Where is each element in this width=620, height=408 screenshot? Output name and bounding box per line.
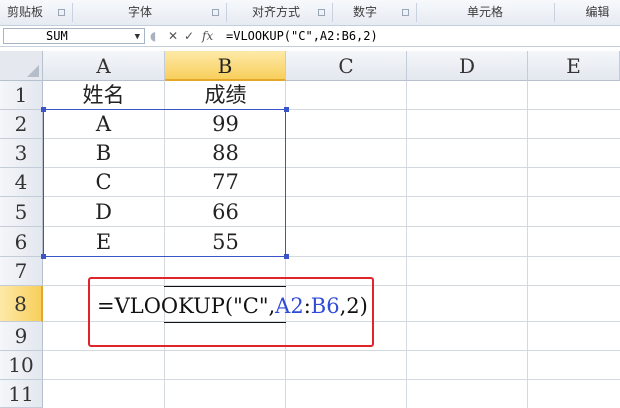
clipboard-launcher-icon[interactable] [58, 9, 65, 16]
ribbon-group-number: 数字 [352, 5, 377, 19]
row-header-11[interactable]: 11 [0, 380, 43, 408]
reference-range-highlight [43, 109, 286, 257]
row-header-5[interactable]: 5 [0, 197, 43, 227]
cancel-icon[interactable]: ✕ [168, 28, 178, 44]
name-box[interactable]: SUM ▼ [3, 28, 145, 44]
column-header-e[interactable]: E [528, 51, 620, 81]
column-header-b[interactable]: B [165, 51, 286, 81]
name-box-value: SUM [46, 29, 68, 43]
highlight-annotation-box [88, 277, 374, 347]
row-header-1[interactable]: 1 [0, 81, 43, 110]
gridline [527, 81, 528, 408]
column-header-a[interactable]: A [43, 51, 165, 81]
resize-handle-icon[interactable]: ◖ [150, 28, 156, 44]
ribbon-separator [554, 3, 555, 22]
ribbon-group-cells: 单元格 [466, 5, 503, 19]
select-all-button[interactable] [0, 51, 43, 81]
insert-function-icon[interactable]: fx [202, 28, 213, 44]
ribbon-group-font: 字体 [127, 5, 152, 19]
range-handle[interactable] [41, 107, 46, 112]
font-launcher-icon[interactable] [212, 9, 219, 16]
ribbon-group-labels: 剪贴板 字体 对齐方式 数字 单元格 编辑 [0, 0, 620, 26]
select-all-triangle-icon [27, 65, 39, 77]
cell-b1[interactable]: 成绩 [165, 81, 286, 110]
ribbon-group-alignment: 对齐方式 [251, 5, 300, 19]
formula-buttons: ◖ ✕ ✓ fx [150, 28, 220, 44]
alignment-launcher-icon[interactable] [318, 9, 325, 16]
gridline [406, 81, 407, 408]
ribbon-separator [72, 3, 73, 22]
range-handle[interactable] [284, 107, 289, 112]
row-header-9[interactable]: 9 [0, 322, 43, 351]
row-header-8[interactable]: 8 [0, 286, 43, 322]
cell-a1[interactable]: 姓名 [43, 81, 164, 110]
row-header-3[interactable]: 3 [0, 139, 43, 168]
chevron-down-icon[interactable]: ▼ [135, 30, 140, 44]
column-header-c[interactable]: C [286, 51, 407, 81]
gridline [43, 350, 620, 351]
row-header-10[interactable]: 10 [0, 351, 43, 380]
gridline [43, 379, 620, 380]
ribbon-group-editing: 编辑 [585, 5, 610, 19]
row-header-4[interactable]: 4 [0, 168, 43, 197]
number-launcher-icon[interactable] [402, 9, 409, 16]
ribbon-separator [226, 3, 227, 22]
row-header-2[interactable]: 2 [0, 110, 43, 139]
formula-bar: SUM ▼ ◖ ✕ ✓ fx =VLOOKUP("C",A2:B6,2) [0, 26, 620, 47]
enter-icon[interactable]: ✓ [184, 28, 194, 44]
worksheet-grid: A B C D E 1 2 3 4 5 6 7 8 9 10 11 姓名 成绩 … [0, 51, 620, 408]
range-handle[interactable] [284, 254, 289, 259]
column-header-d[interactable]: D [407, 51, 528, 81]
ribbon-group-clipboard: 剪贴板 [6, 5, 43, 19]
ribbon-separator [332, 3, 333, 22]
formula-input[interactable]: =VLOOKUP("C",A2:B6,2) [226, 28, 378, 44]
ribbon-separator [416, 3, 417, 22]
row-header-7[interactable]: 7 [0, 257, 43, 286]
range-handle[interactable] [41, 254, 46, 259]
row-header-6[interactable]: 6 [0, 227, 43, 257]
